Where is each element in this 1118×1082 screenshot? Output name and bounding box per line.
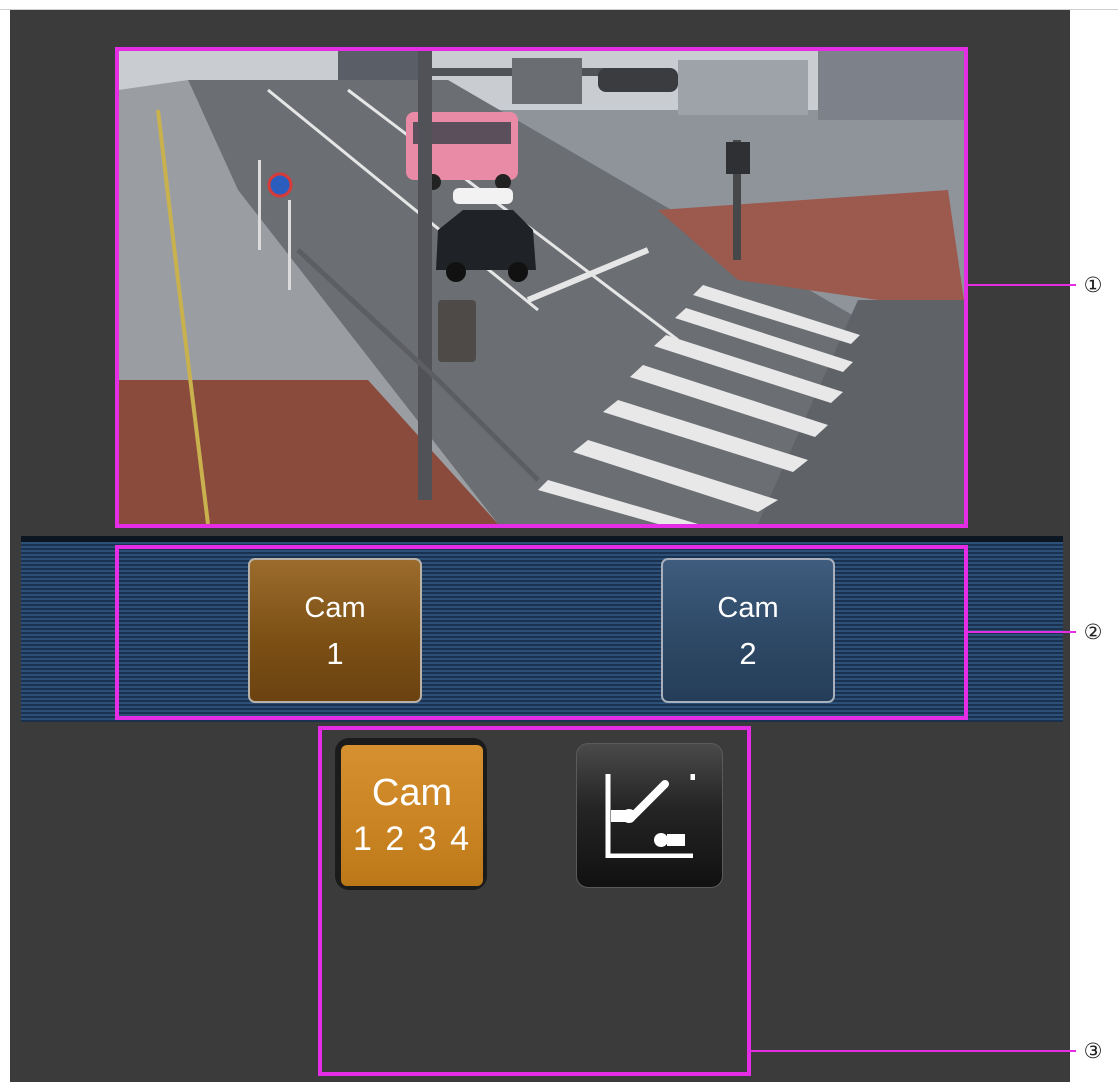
callout-number-2: ②: [1083, 620, 1103, 644]
callout-line-2: [968, 631, 1076, 633]
callout-box-3: [318, 726, 751, 1076]
callout-line-3: [751, 1050, 1076, 1052]
callout-box-1: [115, 47, 968, 528]
callout-number-1: ①: [1083, 273, 1103, 297]
callout-box-2: [115, 545, 968, 720]
callout-number-3: ③: [1083, 1039, 1103, 1063]
callout-line-1: [968, 284, 1076, 286]
